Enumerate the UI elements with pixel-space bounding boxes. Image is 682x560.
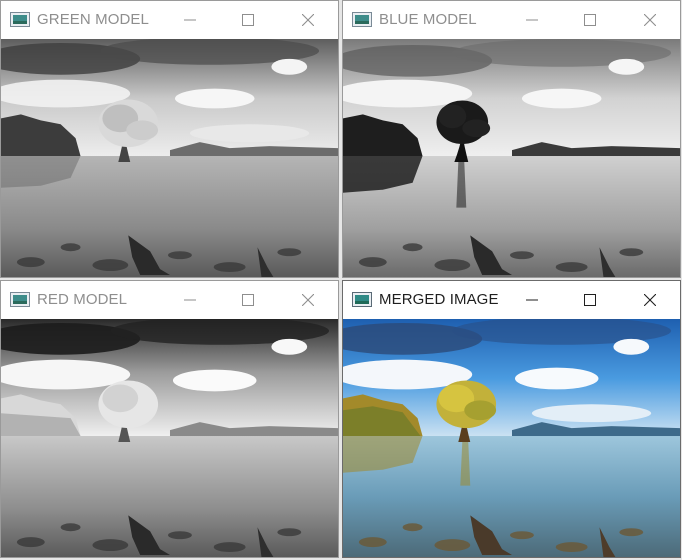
minimize-button[interactable] (168, 5, 212, 35)
minimize-icon (184, 19, 196, 21)
window-blue-model[interactable]: BLUE MODEL (342, 0, 681, 278)
window-red-model[interactable]: RED MODEL (0, 280, 339, 558)
close-button[interactable] (628, 285, 672, 315)
close-button[interactable] (628, 5, 672, 35)
close-icon (644, 294, 656, 306)
opencv-window-icon (352, 12, 372, 27)
title-bar[interactable]: BLUE MODEL (343, 1, 680, 39)
minimize-button[interactable] (510, 5, 554, 35)
close-button[interactable] (286, 5, 330, 35)
maximize-icon (584, 14, 596, 26)
minimize-icon (184, 299, 196, 301)
image-view (343, 319, 680, 557)
maximize-button[interactable] (226, 285, 270, 315)
window-title: RED MODEL (37, 291, 128, 308)
minimize-button[interactable] (510, 285, 554, 315)
close-icon (302, 294, 314, 306)
image-view (1, 319, 338, 557)
maximize-button[interactable] (568, 5, 612, 35)
minimize-icon (526, 299, 538, 301)
lake-tree-photo-blue-channel (343, 39, 680, 277)
lake-tree-photo-merged-color (343, 319, 680, 557)
image-view (1, 39, 338, 277)
window-title: BLUE MODEL (379, 11, 477, 28)
window-title: MERGED IMAGE (379, 291, 499, 308)
title-bar[interactable]: RED MODEL (1, 281, 338, 319)
opencv-window-icon (10, 12, 30, 27)
minimize-icon (526, 19, 538, 21)
maximize-button[interactable] (568, 285, 612, 315)
title-bar[interactable]: GREEN MODEL (1, 1, 338, 39)
maximize-icon (242, 294, 254, 306)
opencv-window-icon (10, 292, 30, 307)
lake-tree-photo-green-channel (1, 39, 338, 277)
maximize-icon (242, 14, 254, 26)
minimize-button[interactable] (168, 285, 212, 315)
window-green-model[interactable]: GREEN MODEL (0, 0, 339, 278)
opencv-window-icon (352, 292, 372, 307)
image-view (343, 39, 680, 277)
window-title: GREEN MODEL (37, 11, 149, 28)
title-bar[interactable]: MERGED IMAGE (343, 281, 680, 319)
maximize-icon (584, 294, 596, 306)
window-merged-image[interactable]: MERGED IMAGE (342, 280, 681, 558)
close-icon (644, 14, 656, 26)
close-icon (302, 14, 314, 26)
lake-tree-photo-red-channel (1, 319, 338, 557)
maximize-button[interactable] (226, 5, 270, 35)
close-button[interactable] (286, 285, 330, 315)
